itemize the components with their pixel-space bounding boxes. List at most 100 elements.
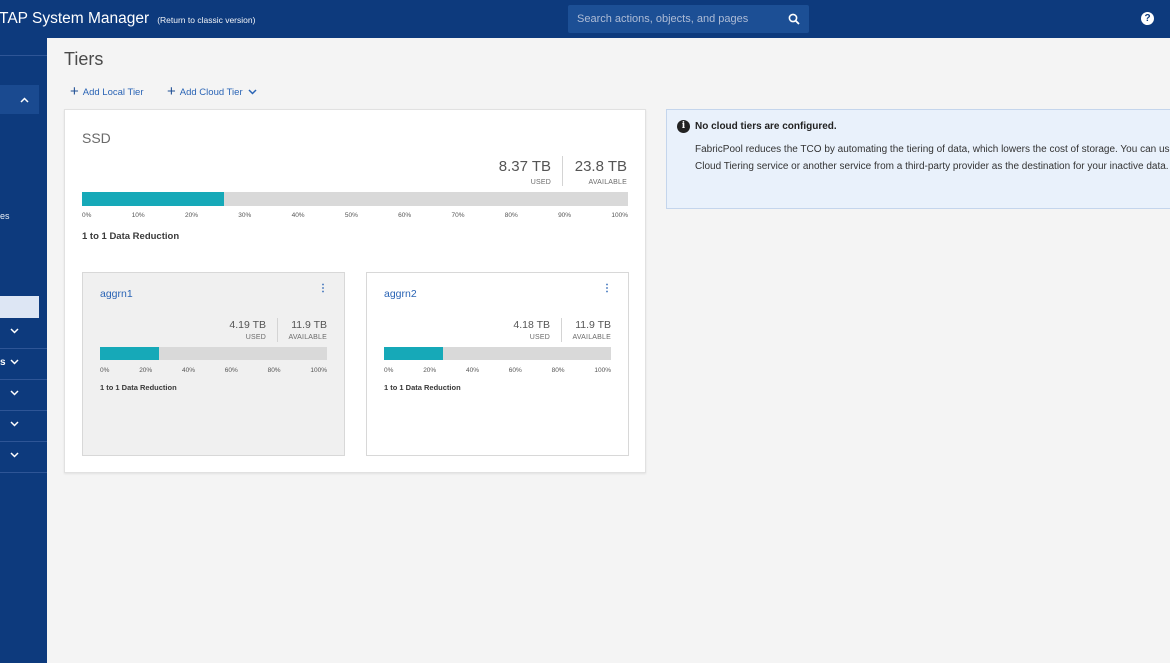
tier-available-label: AVAILABLE <box>588 179 627 186</box>
sidebar-item-partial-label[interactable]: es <box>0 211 10 221</box>
tick-label: 100% <box>594 367 611 374</box>
aggregate-capacity-ticks: 0% 20% 40% 60% 80% 100% <box>384 367 611 374</box>
tick-label: 0% <box>82 212 92 219</box>
aggregate-data-reduction: 1 to 1 Data Reduction <box>384 383 461 392</box>
app-name: TAP System Manager <box>0 10 150 27</box>
plus-icon: + <box>70 83 79 100</box>
aggregate-name-link[interactable]: aggrn1 <box>100 288 133 300</box>
tier-available-value: 23.8 TB <box>574 158 627 175</box>
tick-label: 60% <box>398 212 412 219</box>
notice-title: No cloud tiers are configured. <box>695 121 837 132</box>
tier-card: SSD 8.37 TB USED 23.8 TB AVAILABLE 0% 10%… <box>64 109 646 473</box>
chevron-down-icon <box>248 89 257 95</box>
chevron-down-icon <box>10 452 19 458</box>
sidebar-divider <box>0 472 47 473</box>
tier-name: SSD <box>82 130 111 146</box>
aggregate-available-value: 11.9 TB <box>575 319 611 331</box>
tick-label: 80% <box>267 367 281 374</box>
aggregate-capacity-ticks: 0% 20% 40% 60% 80% 100% <box>100 367 327 374</box>
stat-separator <box>561 318 562 342</box>
aggregate-name-link[interactable]: aggrn2 <box>384 288 417 300</box>
aggregate-available-stat: 11.9 TB AVAILABLE <box>288 319 327 341</box>
tick-label: 10% <box>131 212 145 219</box>
aggregate-used-value: 4.19 TB <box>229 319 266 331</box>
aggregate-available-value: 11.9 TB <box>291 319 327 331</box>
tick-label: 60% <box>224 367 238 374</box>
stat-separator <box>562 156 563 186</box>
sidebar-group-4[interactable] <box>0 411 47 441</box>
sidebar-divider <box>0 55 47 56</box>
more-options-icon[interactable]: ⋮ <box>602 284 612 294</box>
sidebar-group-2[interactable]: s <box>0 349 47 379</box>
add-cloud-tier-button[interactable]: + Add Cloud Tier <box>167 83 257 100</box>
add-local-tier-label: Add Local Tier <box>82 86 144 98</box>
tick-label: 40% <box>291 212 305 219</box>
aggregate-card: aggrn2 ⋮ 4.18 TB USED 11.9 TB AVAILABLE … <box>366 272 629 456</box>
sidebar-item-active[interactable] <box>0 296 39 318</box>
no-cloud-tiers-notice: i No cloud tiers are configured. FabricP… <box>666 109 1170 209</box>
app-title: TAP System Manager (Return to classic ve… <box>0 0 255 38</box>
tick-label: 20% <box>139 367 153 374</box>
tier-capacity-ticks: 0% 10% 20% 30% 40% 50% 60% 70% 80% 90% 100% <box>82 212 628 219</box>
tick-label: 100% <box>611 212 628 219</box>
sidebar-group-5[interactable] <box>0 442 47 472</box>
notice-body: FabricPool reduces the TCO by automating… <box>695 144 1170 172</box>
info-icon: i <box>677 120 690 133</box>
aggregate-available-label: AVAILABLE <box>572 334 611 341</box>
tier-data-reduction: 1 to 1 Data Reduction <box>82 231 180 242</box>
aggregate-available-stat: 11.9 TB AVAILABLE <box>572 319 611 341</box>
tick-label: 90% <box>558 212 572 219</box>
aggregate-capacity-fill <box>100 347 160 360</box>
help-icon[interactable]: ? <box>1141 12 1154 25</box>
tick-label: 60% <box>508 367 522 374</box>
tier-used-label: USED <box>530 179 551 186</box>
tick-label: 0% <box>384 367 394 374</box>
sidebar: es s <box>0 38 47 663</box>
tick-label: 80% <box>504 212 518 219</box>
tier-capacity-fill <box>82 192 224 206</box>
search-input[interactable] <box>568 5 779 33</box>
tick-label: 40% <box>465 367 479 374</box>
aggregate-capacity-fill <box>384 347 444 360</box>
tick-label: 70% <box>451 212 465 219</box>
aggregate-used-label: USED <box>529 334 550 341</box>
sidebar-group-1[interactable] <box>0 318 47 348</box>
sidebar-group-label: s <box>0 357 6 368</box>
tier-capacity-bar <box>82 192 628 206</box>
aggregate-used-stat: 4.19 TB USED <box>229 319 266 341</box>
aggregate-data-reduction: 1 to 1 Data Reduction <box>100 383 177 392</box>
aggregate-used-stat: 4.18 TB USED <box>513 319 550 341</box>
tick-label: 30% <box>238 212 252 219</box>
add-cloud-tier-label: Add Cloud Tier <box>179 86 243 98</box>
search-icon[interactable] <box>779 5 809 33</box>
tick-label: 20% <box>184 212 198 219</box>
stat-separator <box>277 318 278 342</box>
tier-available-stat: 23.8 TB AVAILABLE <box>575 158 627 186</box>
chevron-down-icon <box>10 328 19 334</box>
tick-label: 0% <box>100 367 110 374</box>
chevron-down-icon <box>10 390 19 396</box>
tick-label: 50% <box>344 212 358 219</box>
aggregate-used-value: 4.18 TB <box>513 319 550 331</box>
chevron-up-icon <box>20 96 29 103</box>
tier-used-stat: 8.37 TB USED <box>499 158 551 186</box>
tick-label: 80% <box>551 367 565 374</box>
sidebar-group-3[interactable] <box>0 380 47 410</box>
tick-label: 40% <box>181 367 195 374</box>
plus-icon: + <box>167 83 176 100</box>
aggregate-used-label: USED <box>245 334 266 341</box>
aggregate-capacity-bar <box>100 347 327 360</box>
add-local-tier-button[interactable]: + Add Local Tier <box>70 83 144 100</box>
tick-label: 100% <box>310 367 327 374</box>
aggregate-available-label: AVAILABLE <box>288 334 327 341</box>
chevron-down-icon <box>10 421 19 427</box>
global-search <box>568 5 809 33</box>
aggregate-capacity-bar <box>384 347 611 360</box>
sidebar-section-toggle[interactable] <box>0 85 39 114</box>
tier-used-value: 8.37 TB <box>498 158 551 175</box>
tick-label: 20% <box>423 367 437 374</box>
page-title: Tiers <box>64 49 104 69</box>
more-options-icon[interactable]: ⋮ <box>318 284 328 294</box>
chevron-down-icon <box>10 359 19 365</box>
return-to-classic-link[interactable]: (Return to classic version) <box>157 15 255 25</box>
